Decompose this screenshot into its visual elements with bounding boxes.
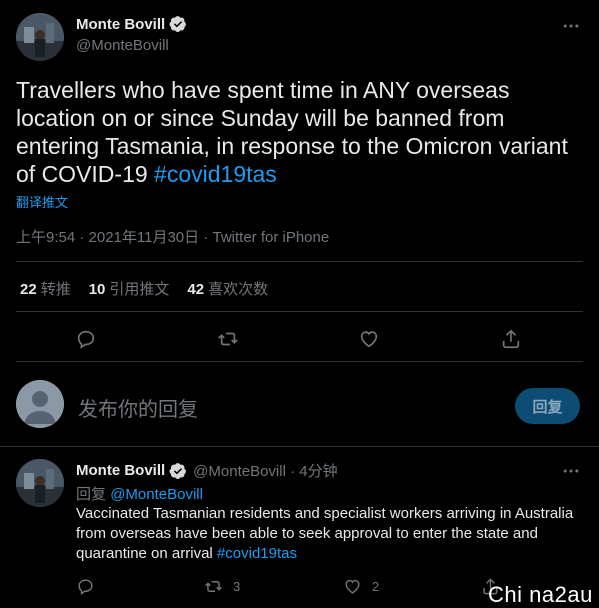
- reply-icon[interactable]: [75, 328, 97, 350]
- tweet-actions: [0, 324, 599, 354]
- divider: [16, 311, 583, 312]
- author-avatar[interactable]: [16, 13, 64, 61]
- author-name-row: Monte Bovill: [76, 15, 187, 33]
- reply-author-display-name[interactable]: Monte Bovill: [76, 462, 165, 479]
- reply-author-avatar[interactable]: [16, 459, 64, 507]
- retweet-stat[interactable]: 22 转推: [20, 278, 71, 299]
- like-icon: [345, 579, 360, 594]
- verified-badge-icon: [169, 462, 187, 480]
- author-display-name[interactable]: Monte Bovill: [76, 16, 165, 33]
- verified-badge-icon: [169, 15, 187, 33]
- divider: [0, 446, 599, 447]
- like-label: 喜欢次数: [208, 281, 269, 298]
- replying-to: 回复 @MonteBovill: [76, 483, 203, 504]
- quote-label: 引用推文: [109, 281, 170, 298]
- current-user-avatar[interactable]: [16, 380, 64, 428]
- author-handle[interactable]: @MonteBovill: [76, 37, 169, 54]
- retweet-count: 22: [20, 281, 37, 298]
- reply-compose-input[interactable]: 发布你的回复: [78, 393, 198, 422]
- reply-button[interactable]: 回复: [515, 388, 580, 424]
- retweet-label: 转推: [40, 281, 71, 298]
- replying-to-label: 回复: [76, 486, 107, 503]
- more-icon[interactable]: [561, 461, 581, 481]
- reply-tweet-text: Vaccinated Tasmanian residents and speci…: [76, 504, 581, 564]
- retweet-icon: [205, 581, 222, 592]
- more-icon[interactable]: [561, 16, 581, 36]
- reply-icon: [78, 579, 93, 596]
- tweet-timestamp[interactable]: 上午9:54 · 2021年11月30日 · Twitter for iPhon…: [16, 226, 329, 247]
- share-icon[interactable]: [500, 328, 522, 350]
- reply-author-name-row: Monte Bovill @MonteBovill · 4分钟: [76, 460, 338, 481]
- retweet-icon[interactable]: [217, 328, 239, 350]
- like-stat[interactable]: 42 喜欢次数: [187, 278, 268, 299]
- tweet-stats: 22 转推 10 引用推文 42 喜欢次数: [20, 278, 268, 299]
- reply-to-mention-link[interactable]: @MonteBovill: [110, 486, 203, 503]
- tweet-text: Travellers who have spent time in ANY ov…: [16, 76, 586, 188]
- quote-stat[interactable]: 10 引用推文: [89, 278, 170, 299]
- reply-action[interactable]: [76, 577, 95, 596]
- like-count: 42: [187, 281, 205, 298]
- reply-like-count: 2: [372, 579, 380, 594]
- like-action[interactable]: 2: [343, 577, 379, 596]
- quote-count: 10: [88, 281, 106, 298]
- retweet-action[interactable]: 3: [204, 577, 240, 596]
- watermark-text: Chi na2au: [488, 582, 593, 607]
- divider: [16, 261, 583, 262]
- reply-body: Vaccinated Tasmanian residents and speci…: [76, 505, 574, 562]
- hashtag-link[interactable]: #covid19tas: [154, 161, 277, 187]
- tweet-body: Travellers who have spent time in ANY ov…: [16, 77, 568, 187]
- reply-author-handle-time[interactable]: @MonteBovill · 4分钟: [193, 460, 337, 481]
- like-icon[interactable]: [358, 328, 380, 350]
- divider: [16, 361, 583, 362]
- translate-tweet-link[interactable]: 翻译推文: [16, 192, 68, 211]
- hashtag-link[interactable]: #covid19tas: [217, 545, 297, 562]
- reply-retweet-count: 3: [233, 579, 241, 594]
